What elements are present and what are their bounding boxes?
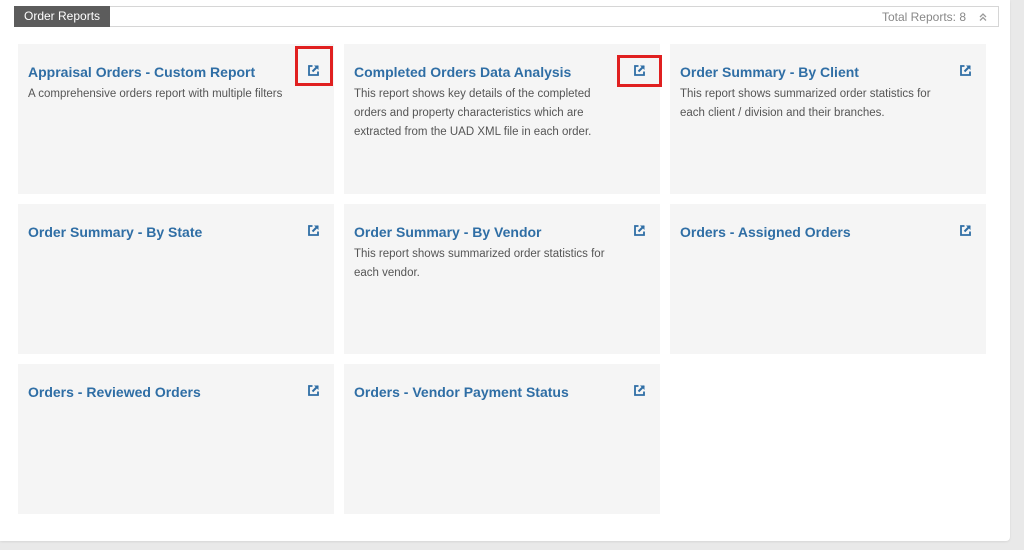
external-link-icon[interactable] (632, 383, 646, 397)
order-reports-panel: Order Reports Total Reports: 8 Appraisal… (0, 0, 1010, 541)
chevron-double-up-icon[interactable] (976, 10, 990, 24)
report-card-orders-vendor-payment-status[interactable]: Orders - Vendor Payment Status (344, 364, 660, 514)
header-right: Total Reports: 8 (882, 7, 990, 26)
external-link-icon[interactable] (306, 383, 320, 397)
report-card-order-summary-by-state[interactable]: Order Summary - By State (18, 204, 334, 354)
total-reports-count: Total Reports: 8 (881, 9, 966, 24)
report-card-completed-orders-data-analysis[interactable]: Completed Orders Data Analysis This repo… (344, 44, 660, 194)
report-card-orders-reviewed[interactable]: Orders - Reviewed Orders (18, 364, 334, 514)
report-title[interactable]: Order Summary - By Vendor (354, 223, 620, 241)
report-description: This report shows summarized order stati… (354, 248, 605, 279)
report-title[interactable]: Orders - Assigned Orders (680, 223, 946, 241)
external-link-icon[interactable] (958, 223, 972, 237)
reports-grid: Appraisal Orders - Custom Report A compr… (18, 44, 986, 514)
report-card-appraisal-orders-custom[interactable]: Appraisal Orders - Custom Report A compr… (18, 44, 334, 194)
external-link-icon[interactable] (306, 63, 320, 77)
report-description: This report shows summarized order stati… (680, 88, 931, 119)
external-link-icon[interactable] (306, 223, 320, 237)
section-header: Order Reports Total Reports: 8 (14, 6, 999, 27)
report-title[interactable]: Orders - Vendor Payment Status (354, 383, 620, 401)
report-card-order-summary-by-vendor[interactable]: Order Summary - By Vendor This report sh… (344, 204, 660, 354)
report-title[interactable]: Order Summary - By State (28, 223, 294, 241)
section-tab: Order Reports (14, 6, 111, 27)
report-card-orders-assigned[interactable]: Orders - Assigned Orders (670, 204, 986, 354)
report-title[interactable]: Order Summary - By Client (680, 63, 946, 81)
report-title[interactable]: Appraisal Orders - Custom Report (28, 63, 294, 81)
report-title[interactable]: Completed Orders Data Analysis (354, 63, 620, 81)
report-card-order-summary-by-client[interactable]: Order Summary - By Client This report sh… (670, 44, 986, 194)
report-title[interactable]: Orders - Reviewed Orders (28, 383, 294, 401)
external-link-icon[interactable] (958, 63, 972, 77)
external-link-icon[interactable] (632, 223, 646, 237)
external-link-icon[interactable] (632, 63, 646, 77)
report-description: A comprehensive orders report with multi… (28, 88, 283, 100)
report-description: This report shows key details of the com… (354, 88, 592, 138)
